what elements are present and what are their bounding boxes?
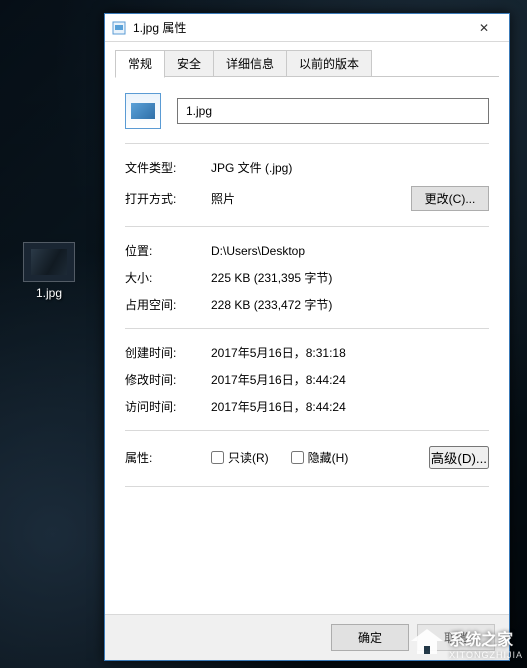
created-label: 创建时间: — [125, 344, 211, 361]
tab-body-general: 文件类型: JPG 文件 (.jpg) 打开方式: 照片 更改(C)... 位置… — [105, 77, 509, 614]
created-value: 2017年5月16日，8:31:18 — [211, 344, 489, 361]
hidden-checkbox-input[interactable] — [291, 451, 304, 464]
modified-value: 2017年5月16日，8:44:24 — [211, 371, 489, 388]
advanced-button[interactable]: 高级(D)... — [429, 446, 489, 469]
open-with-label: 打开方式: — [125, 190, 211, 207]
watermark: 系统之家 XITONGZHIJIA — [411, 626, 523, 660]
desktop-icon-label: 1.jpg — [18, 286, 80, 300]
watermark-sub: XITONGZHIJIA — [449, 650, 523, 660]
location-label: 位置: — [125, 242, 211, 259]
file-type-label: 文件类型: — [125, 159, 211, 176]
modified-label: 修改时间: — [125, 371, 211, 388]
divider — [125, 328, 489, 329]
attributes-label: 属性: — [125, 449, 211, 466]
titlebar-file-icon — [111, 20, 127, 36]
hidden-label: 隐藏(H) — [308, 449, 349, 466]
readonly-checkbox-input[interactable] — [211, 451, 224, 464]
divider — [125, 430, 489, 431]
size-on-disk-value: 228 KB (233,472 字节) — [211, 296, 489, 313]
properties-dialog: 1.jpg 属性 ✕ 常规 安全 详细信息 以前的版本 文件类型: JPG 文件… — [104, 13, 510, 661]
file-type-icon — [125, 93, 161, 129]
readonly-checkbox[interactable]: 只读(R) — [211, 449, 269, 466]
close-button[interactable]: ✕ — [465, 14, 503, 41]
tab-strip: 常规 安全 详细信息 以前的版本 — [105, 42, 509, 77]
tab-previous-versions[interactable]: 以前的版本 — [286, 50, 372, 77]
tab-details[interactable]: 详细信息 — [213, 50, 287, 77]
titlebar-title: 1.jpg 属性 — [133, 19, 459, 36]
location-value: D:\Users\Desktop — [211, 244, 489, 258]
hidden-checkbox[interactable]: 隐藏(H) — [291, 449, 349, 466]
close-icon: ✕ — [479, 21, 489, 35]
size-label: 大小: — [125, 269, 211, 286]
accessed-label: 访问时间: — [125, 398, 211, 415]
tab-general[interactable]: 常规 — [115, 50, 165, 78]
watermark-name: 系统之家 — [449, 632, 513, 649]
ok-button[interactable]: 确定 — [331, 624, 409, 651]
divider — [125, 486, 489, 487]
thumbnail-image — [31, 249, 67, 275]
desktop-file-icon[interactable]: 1.jpg — [18, 242, 80, 300]
readonly-label: 只读(R) — [228, 449, 269, 466]
accessed-value: 2017年5月16日，8:44:24 — [211, 398, 489, 415]
filename-input[interactable] — [177, 98, 489, 124]
tab-security[interactable]: 安全 — [164, 50, 214, 77]
house-icon — [411, 629, 443, 657]
tab-underline — [115, 76, 499, 77]
image-glyph-icon — [131, 103, 155, 119]
file-thumbnail-icon — [23, 242, 75, 282]
file-type-value: JPG 文件 (.jpg) — [211, 159, 489, 176]
titlebar[interactable]: 1.jpg 属性 ✕ — [105, 14, 509, 42]
divider — [125, 226, 489, 227]
open-with-value: 照片 — [211, 190, 411, 207]
change-button[interactable]: 更改(C)... — [411, 186, 489, 211]
size-on-disk-label: 占用空间: — [125, 296, 211, 313]
size-value: 225 KB (231,395 字节) — [211, 269, 489, 286]
divider — [125, 143, 489, 144]
